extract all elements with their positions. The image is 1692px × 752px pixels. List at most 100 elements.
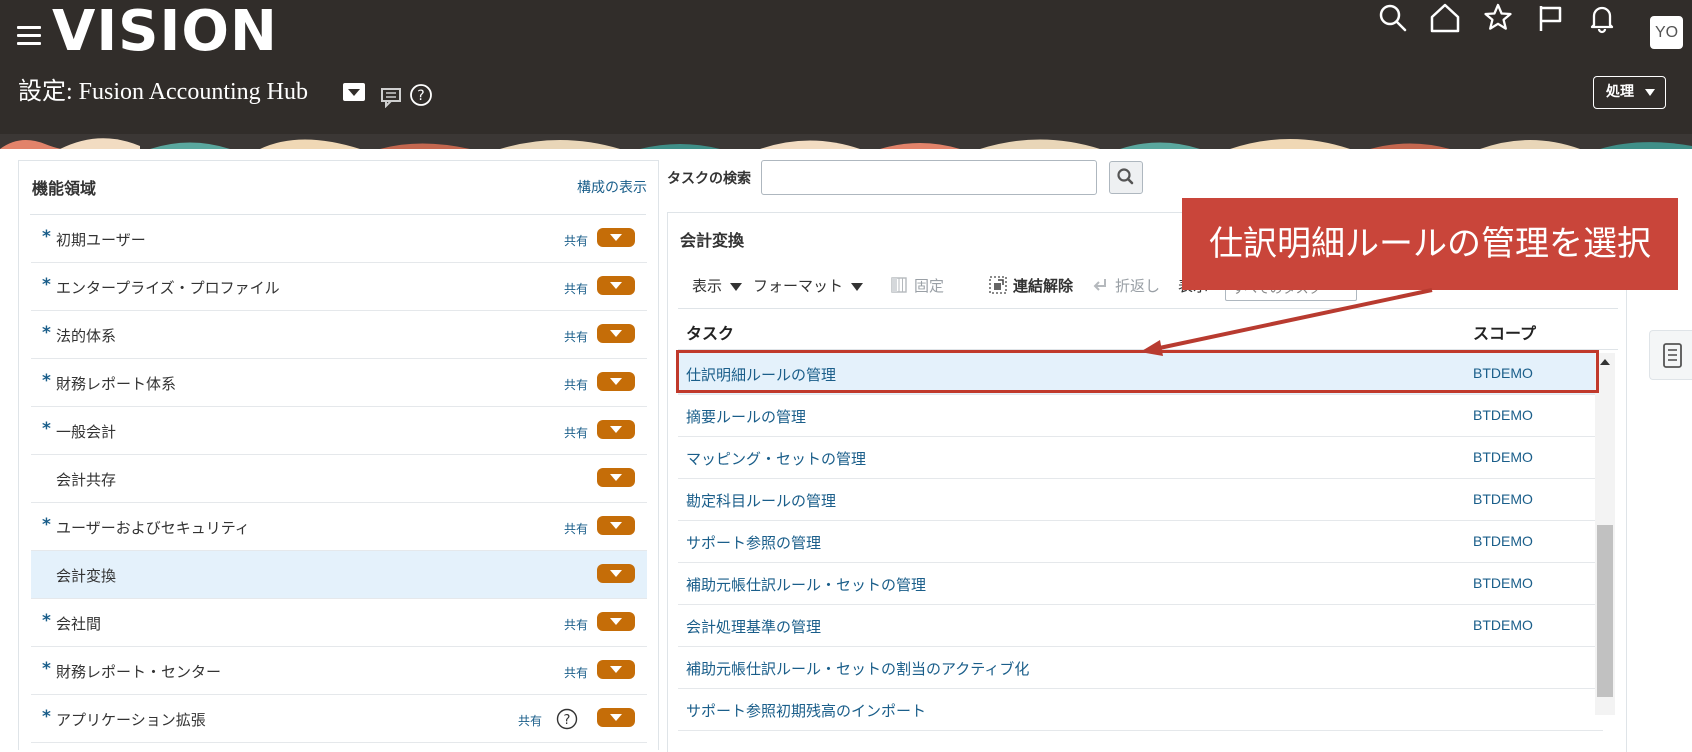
comment-icon[interactable]	[380, 86, 402, 108]
task-link[interactable]: 勘定科目ルールの管理	[686, 490, 836, 511]
functional-area-item[interactable]: 会計共存	[31, 455, 647, 503]
search-icon[interactable]	[1375, 0, 1411, 36]
expand-dropdown-icon[interactable]	[597, 468, 635, 487]
expand-dropdown-icon[interactable]	[597, 612, 635, 631]
vision-logo[interactable]: VISION	[52, 4, 278, 60]
side-panel-toggle[interactable]	[1649, 330, 1692, 380]
home-icon[interactable]	[1427, 0, 1463, 36]
task-link[interactable]: 会計処理基準の管理	[686, 616, 821, 637]
table-row[interactable]: 仕訳明細ルールの管理 BTDEMO	[678, 353, 1603, 395]
functional-area-item[interactable]: * 会社間 共有	[31, 599, 647, 647]
instruction-callout: 仕訳明細ルールの管理を選択	[1182, 198, 1678, 290]
functional-area-item[interactable]: 会計変換	[31, 551, 647, 599]
format-menu[interactable]: フォーマット	[753, 275, 864, 297]
shared-label: 共有	[517, 714, 542, 728]
detach-icon	[989, 276, 1007, 294]
notification-bell-icon[interactable]	[1584, 0, 1620, 36]
task-link[interactable]: サポート参照の管理	[686, 532, 821, 553]
task-link[interactable]: マッピング・セットの管理	[686, 448, 866, 469]
expand-dropdown-icon[interactable]	[597, 660, 635, 679]
flag-icon[interactable]	[1532, 0, 1568, 36]
task-search-button[interactable]	[1109, 161, 1143, 194]
shared-label: 共有	[563, 330, 588, 344]
functional-area-item[interactable]: * 法的体系 共有	[31, 311, 647, 359]
functional-area-name: 初期ユーザー	[56, 231, 146, 249]
scope-link[interactable]: BTDEMO	[1473, 365, 1533, 381]
expand-dropdown-icon[interactable]	[597, 420, 635, 439]
task-link[interactable]: 仕訳明細ルールの管理	[686, 364, 836, 385]
functional-area-item[interactable]: * 初期ユーザー 共有	[31, 215, 647, 263]
functional-area-item[interactable]: * ユーザーおよびセキュリティ 共有	[31, 503, 647, 551]
functional-areas-title: 機能領域	[32, 179, 97, 198]
help-icon[interactable]: ?	[409, 83, 433, 107]
scope-link[interactable]: BTDEMO	[1473, 575, 1533, 591]
required-star-icon: *	[42, 515, 51, 535]
functional-area-name: 会社間	[56, 615, 102, 633]
functional-area-item[interactable]: * アプリケーション拡張 共有?	[31, 695, 647, 743]
show-configuration-link[interactable]: 構成の表示	[577, 177, 647, 197]
expand-dropdown-icon[interactable]	[597, 228, 635, 247]
scope-link[interactable]: BTDEMO	[1473, 491, 1533, 507]
task-link[interactable]: 補助元帳仕訳ルール・セットの割当のアクティブ化	[686, 658, 1029, 679]
task-link[interactable]: 摘要ルールの管理	[686, 406, 806, 427]
wrap-button[interactable]: 折返し	[1091, 275, 1160, 297]
view-menu-label: 表示	[692, 277, 723, 295]
page-title: 設定: Fusion Accounting Hub	[18, 79, 309, 105]
menu-icon[interactable]	[17, 26, 41, 46]
task-search-label: タスクの検索	[667, 171, 751, 187]
freeze-button[interactable]: 固定	[890, 275, 944, 297]
functional-area-name: 法的体系	[56, 327, 117, 345]
functional-area-item[interactable]: * 財務レポート・センター 共有	[31, 647, 647, 695]
scroll-up-icon[interactable]	[1600, 359, 1610, 365]
scope-link[interactable]: BTDEMO	[1473, 449, 1533, 465]
help-icon[interactable]: ?	[556, 708, 578, 730]
functional-area-name: エンタープライズ・プロファイル	[56, 279, 280, 297]
task-link[interactable]: 補助元帳仕訳ルール・セットの管理	[686, 574, 926, 595]
functional-area-item[interactable]: * エンタープライズ・プロファイル 共有	[31, 263, 647, 311]
functional-area-item[interactable]: * 一般会計 共有	[31, 407, 647, 455]
chevron-down-icon	[730, 282, 743, 291]
table-row[interactable]: サポート参照の管理 BTDEMO	[678, 521, 1603, 563]
table-row[interactable]: 会計処理基準の管理 BTDEMO	[678, 605, 1603, 647]
expand-dropdown-icon[interactable]	[597, 708, 635, 727]
functional-area-name: 一般会計	[56, 423, 117, 441]
search-icon	[1117, 168, 1134, 185]
task-link[interactable]: サポート参照初期残高のインポート	[686, 700, 926, 721]
table-row[interactable]: 勘定科目ルールの管理 BTDEMO	[678, 479, 1603, 521]
table-row[interactable]: 摘要ルールの管理 BTDEMO	[678, 395, 1603, 437]
expand-dropdown-icon[interactable]	[597, 516, 635, 535]
scrollbar-thumb[interactable]	[1597, 525, 1613, 697]
task-search-input[interactable]	[761, 160, 1097, 195]
column-header-scope[interactable]: スコープ	[1473, 320, 1536, 344]
functional-area-name: 財務レポート体系	[56, 375, 177, 393]
table-scrollbar[interactable]	[1595, 353, 1615, 715]
scope-link[interactable]: BTDEMO	[1473, 617, 1533, 633]
format-menu-label: フォーマット	[753, 277, 844, 295]
required-star-icon: *	[42, 275, 51, 295]
required-star-icon: *	[42, 227, 51, 247]
table-row[interactable]: マッピング・セットの管理 BTDEMO	[678, 437, 1603, 479]
scope-link[interactable]: BTDEMO	[1473, 407, 1533, 423]
expand-dropdown-icon[interactable]	[597, 564, 635, 583]
tasks-panel-title: 会計変換	[680, 231, 745, 250]
functional-area-list: * 初期ユーザー 共有 * エンタープライズ・プロファイル 共有 * 法的体系 共有 * 財務レポー…	[31, 215, 647, 743]
actions-button[interactable]: 処理	[1593, 76, 1666, 109]
expand-dropdown-icon[interactable]	[597, 372, 635, 391]
functional-area-item[interactable]: * 財務レポート体系 共有	[31, 359, 647, 407]
column-header-task[interactable]: タスク	[686, 320, 734, 344]
table-row[interactable]: サポート参照初期残高のインポート	[678, 689, 1603, 731]
shared-label: 共有	[563, 378, 588, 392]
table-row[interactable]: 補助元帳仕訳ルール・セットの管理 BTDEMO	[678, 563, 1603, 605]
expand-dropdown-icon[interactable]	[597, 324, 635, 343]
view-menu[interactable]: 表示	[692, 275, 743, 297]
table-row[interactable]: 補助元帳仕訳ルール・セットの割当のアクティブ化	[678, 647, 1603, 689]
detach-button[interactable]: 連結解除	[989, 275, 1073, 297]
favorites-star-icon[interactable]	[1480, 0, 1516, 36]
required-star-icon: *	[42, 611, 51, 631]
table-header: タスク スコープ	[678, 308, 1618, 350]
expand-dropdown-icon[interactable]	[597, 276, 635, 295]
svg-text:?: ?	[417, 88, 424, 104]
user-avatar[interactable]: YO	[1650, 16, 1683, 49]
title-dropdown-icon[interactable]	[343, 83, 365, 101]
scope-link[interactable]: BTDEMO	[1473, 533, 1533, 549]
